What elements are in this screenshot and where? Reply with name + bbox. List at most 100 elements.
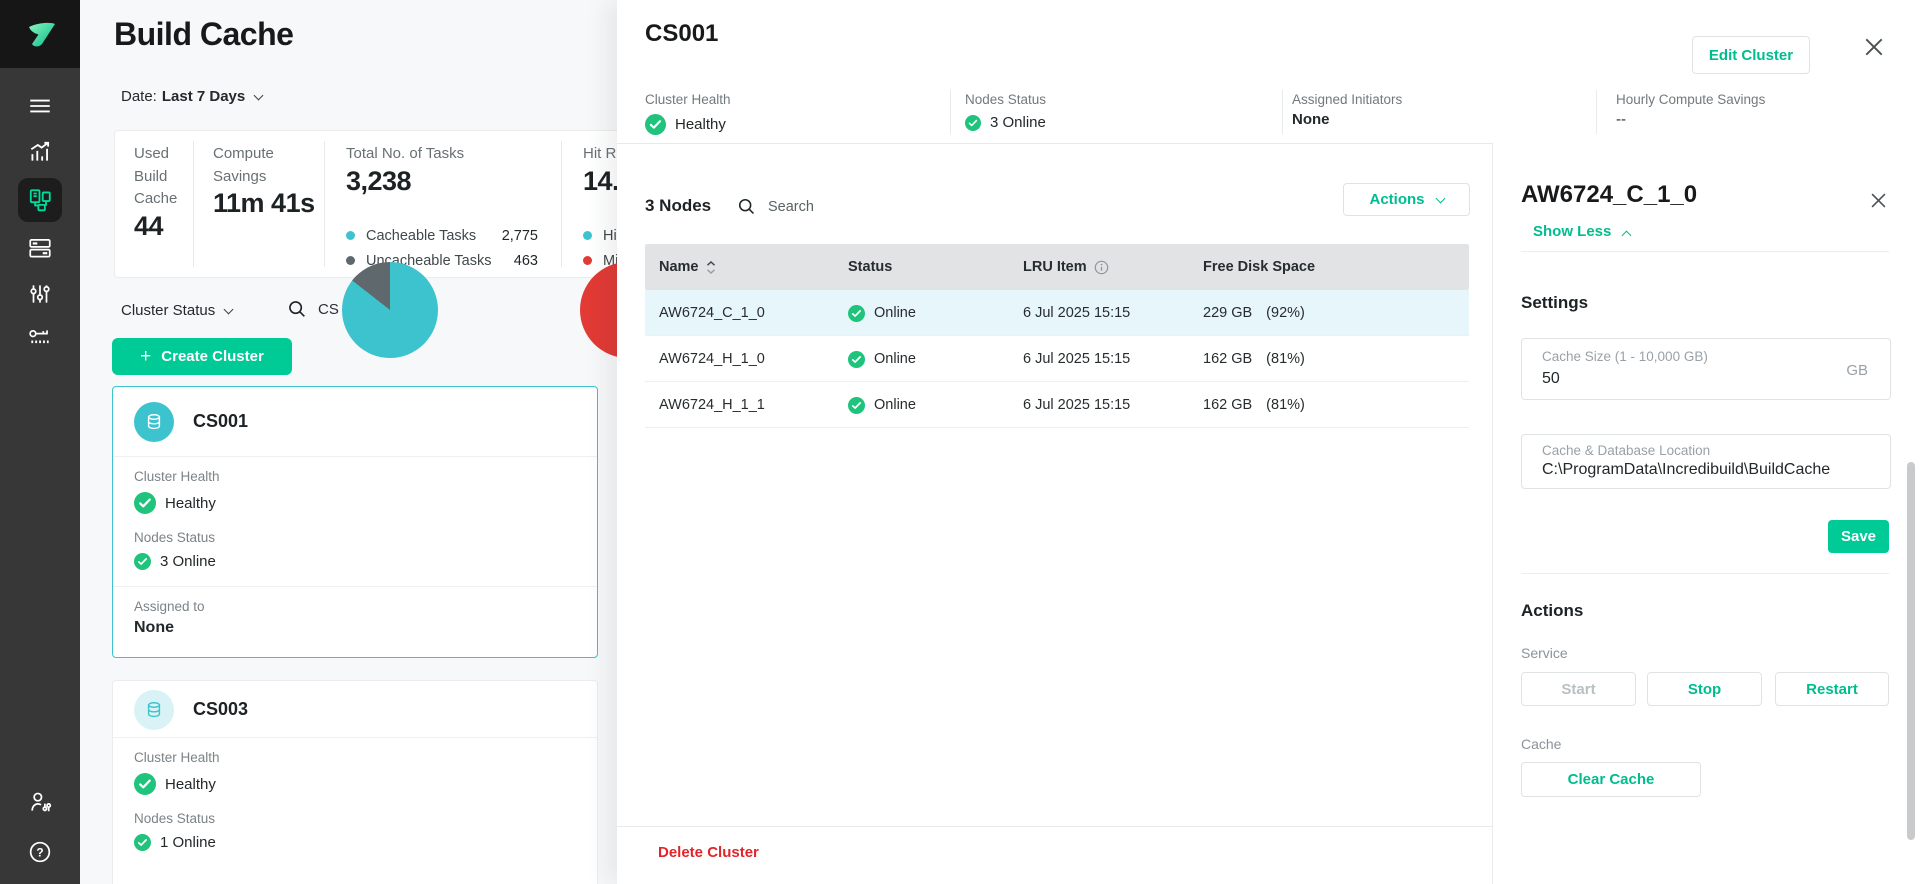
node-name: AW6724_C_1_0 (659, 290, 765, 336)
divider (1521, 573, 1889, 574)
node-search-input[interactable] (768, 199, 928, 215)
chevron-up-icon (1622, 231, 1632, 241)
cluster-health-value: Healthy (165, 776, 216, 793)
divider (561, 141, 562, 267)
table-row-aw6724-h-1-0[interactable]: AW6724_H_1_0 Online 6 Jul 2025 15:15 162… (645, 336, 1469, 382)
column-header-name[interactable]: Name (659, 244, 725, 290)
license-icon[interactable] (18, 316, 62, 360)
actions-heading: Actions (1521, 601, 1583, 621)
node-name: AW6724_H_1_0 (659, 336, 765, 382)
build-cache-icon[interactable] (18, 178, 62, 222)
cluster-name: CS003 (193, 699, 248, 720)
create-cluster-button[interactable]: +Create Cluster (112, 338, 292, 375)
column-label: Free Disk Space (1203, 259, 1315, 275)
legend-value: 2,775 (502, 228, 538, 244)
cache-size-input[interactable] (1542, 370, 1832, 388)
show-less-toggle[interactable]: Show Less (1533, 223, 1630, 240)
check-circle-icon (134, 773, 156, 795)
incredibuild-logo[interactable] (0, 0, 80, 68)
delete-cluster-button[interactable]: Delete Cluster (658, 844, 759, 861)
start-service-button[interactable]: Start (1521, 672, 1636, 706)
divider (113, 586, 597, 587)
table-row-aw6724-h-1-1[interactable]: AW6724_H_1_1 Online 6 Jul 2025 15:15 162… (645, 382, 1469, 428)
user-settings-icon[interactable] (18, 780, 62, 824)
analytics-icon[interactable] (18, 130, 62, 174)
check-circle-icon (965, 115, 981, 131)
node-name: AW6724_H_1_1 (659, 382, 765, 428)
cache-location-input[interactable] (1542, 461, 1878, 479)
column-label: Status (848, 259, 892, 275)
table-row-aw6724-c-1-0[interactable]: AW6724_C_1_0 Online 6 Jul 2025 15:15 229… (645, 290, 1469, 336)
clear-cache-button[interactable]: Clear Cache (1521, 762, 1701, 797)
check-circle-icon (848, 397, 865, 414)
help-icon[interactable]: ? (18, 830, 62, 874)
stat-value: None (1292, 111, 1330, 128)
assigned-to-label: Assigned to (134, 599, 576, 614)
close-icon[interactable] (1871, 193, 1886, 213)
node-search[interactable] (736, 196, 928, 217)
cache-label: Cache (1521, 736, 1561, 752)
cluster-icon (134, 690, 174, 730)
edit-cluster-button[interactable]: Edit Cluster (1692, 36, 1810, 74)
column-label: Name (659, 259, 699, 275)
table-header-row: Name Status LRU Item Free Disk Space (645, 244, 1469, 290)
status-label: Online (874, 397, 916, 413)
check-circle-icon (848, 305, 865, 322)
restart-service-button[interactable]: Restart (1775, 672, 1889, 706)
column-header-disk: Free Disk Space (1203, 244, 1315, 290)
tasks-pie-chart (342, 262, 438, 358)
settings-icon[interactable] (18, 272, 62, 316)
divider (950, 90, 951, 134)
date-value: Last 7 Days (162, 88, 245, 105)
column-label: LRU Item (1023, 259, 1087, 275)
stat-used-build-cache: Used Build Cache 44 (134, 143, 196, 242)
nodes-count: 3 Nodes (645, 196, 711, 216)
sort-icon[interactable] (706, 261, 716, 274)
search-icon (286, 298, 308, 320)
stat-label: Total No. of Tasks (346, 143, 546, 166)
nodes-status-label: Nodes Status (134, 811, 576, 826)
service-label: Service (1521, 645, 1568, 661)
divider (1596, 90, 1597, 134)
actions-dropdown-button[interactable]: Actions (1343, 183, 1470, 216)
disk-value: 162 GB (1203, 397, 1252, 413)
stat-label: Used Build Cache (134, 143, 196, 211)
cache-size-label: Cache Size (1 - 10,000 GB) (1542, 349, 1708, 364)
node-status: Online (848, 382, 916, 428)
settings-heading: Settings (1521, 293, 1588, 313)
legend-dot (346, 231, 355, 240)
nodes-status-value: 3 Online (160, 553, 216, 570)
stat-label: Compute Savings (213, 143, 317, 188)
cache-size-field[interactable]: Cache Size (1 - 10,000 GB) GB (1521, 338, 1891, 400)
cluster-icon (134, 402, 174, 442)
cache-size-unit: GB (1846, 362, 1868, 379)
node-disk: 229 GB(92%) (1203, 290, 1305, 336)
cluster-detail-title: CS001 (645, 20, 718, 48)
node-lru: 6 Jul 2025 15:15 (1023, 382, 1130, 428)
stop-service-button[interactable]: Stop (1647, 672, 1762, 706)
stat-value: 44 (134, 211, 196, 242)
close-icon[interactable] (1865, 38, 1883, 61)
cluster-card-cs003[interactable]: CS003 Cluster Health Healthy Nodes Statu… (112, 680, 598, 884)
save-button[interactable]: Save (1828, 520, 1889, 553)
cluster-status-dropdown[interactable]: Cluster Status (121, 302, 232, 319)
cluster-card-cs001[interactable]: CS001 Cluster Health Healthy Nodes Statu… (112, 386, 598, 658)
cluster-card-body: Cluster Health Healthy Nodes Status 1 On… (113, 738, 597, 851)
cluster-card-header: CS001 (113, 387, 597, 457)
cluster-health-label: Cluster Health (134, 750, 576, 765)
sidebar: ? (0, 0, 80, 884)
scrollbar-thumb[interactable] (1907, 462, 1915, 840)
info-icon[interactable] (1094, 260, 1109, 275)
cluster-card-body: Cluster Health Healthy Nodes Status 3 On… (113, 457, 597, 637)
node-detail-title: AW6724_C_1_0 (1521, 181, 1697, 209)
nodes-table: Name Status LRU Item Free Disk Space AW6… (645, 244, 1469, 428)
cluster-health-value: Healthy (165, 495, 216, 512)
date-filter-dropdown[interactable]: Date:Last 7 Days (121, 88, 262, 105)
stat-label: Nodes Status (965, 92, 1046, 107)
show-less-label: Show Less (1533, 223, 1611, 240)
cache-location-field[interactable]: Cache & Database Location (1521, 434, 1891, 489)
detail-stat-nodes-status: Nodes Status 3 Online (965, 92, 1046, 131)
detail-stat-assigned-initiators: Assigned Initiators None (1292, 92, 1402, 128)
menu-icon[interactable] (18, 84, 62, 128)
initiators-icon[interactable] (18, 226, 62, 270)
